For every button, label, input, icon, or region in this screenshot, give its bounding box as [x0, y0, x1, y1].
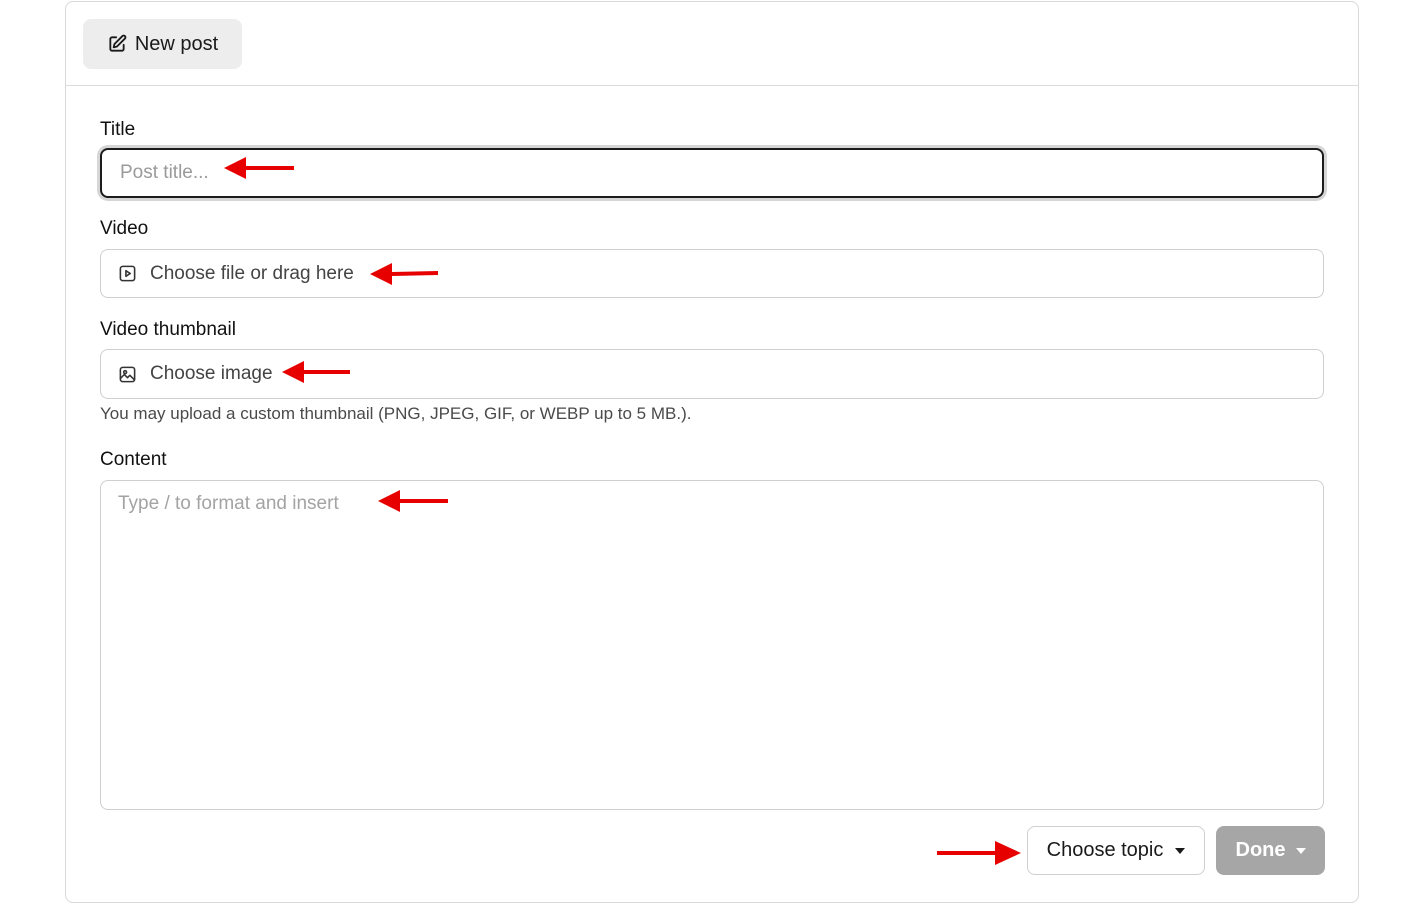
- arrow-left-icon: [370, 263, 438, 285]
- video-file-icon: [118, 264, 137, 283]
- new-post-button[interactable]: New post: [83, 19, 242, 69]
- image-icon: [118, 365, 137, 384]
- thumbnail-hint: You may upload a custom thumbnail (PNG, …: [100, 404, 692, 423]
- done-label: Done: [1235, 839, 1286, 861]
- content-editor[interactable]: Type / to format and insert: [100, 480, 1324, 810]
- choose-topic-label: Choose topic: [1046, 839, 1164, 861]
- title-input[interactable]: [118, 161, 1322, 185]
- video-upload-field[interactable]: Choose file or drag here: [100, 249, 1324, 298]
- chevron-down-icon: [1175, 847, 1186, 854]
- content-label: Content: [100, 449, 167, 470]
- title-label: Title: [100, 119, 136, 140]
- video-upload-text: Choose file or drag here: [150, 262, 354, 284]
- choose-topic-button[interactable]: Choose topic: [1027, 826, 1205, 875]
- thumbnail-label: Video thumbnail: [100, 319, 236, 340]
- thumbnail-upload-text: Choose image: [150, 363, 273, 384]
- new-post-label: New post: [134, 32, 219, 55]
- editor-header: New post: [66, 2, 1358, 86]
- arrow-left-icon: [378, 490, 448, 512]
- chevron-down-icon: [1295, 847, 1306, 854]
- arrow-left-icon: [224, 157, 294, 179]
- edit-icon: [107, 34, 127, 54]
- video-label: Video: [100, 218, 149, 239]
- arrow-left-icon: [282, 361, 350, 383]
- content-placeholder: Type / to format and insert: [118, 493, 339, 514]
- post-editor-panel: New post Title Video Choose file or drag…: [65, 1, 1359, 903]
- arrow-right-icon: [937, 841, 1021, 865]
- done-button[interactable]: Done: [1216, 826, 1325, 875]
